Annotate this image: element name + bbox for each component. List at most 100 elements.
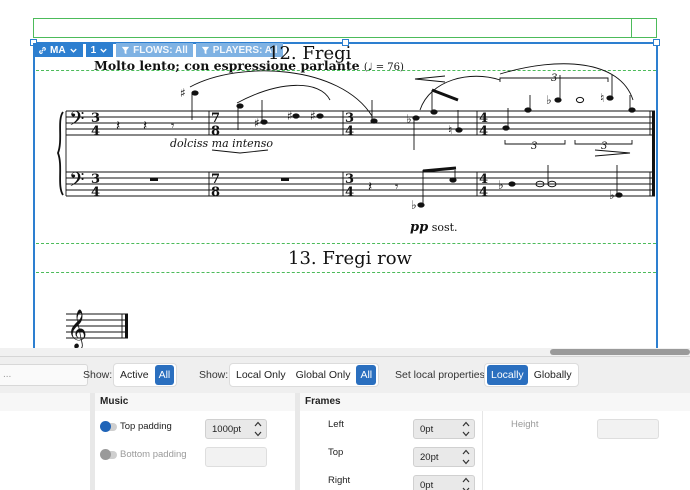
treble-clef: 𝄞: [67, 309, 87, 348]
rest: 𝄾: [395, 180, 399, 195]
notehead: [260, 119, 268, 125]
time-sig: 4: [479, 185, 488, 200]
spin-arrows[interactable]: [462, 449, 472, 465]
dynamic-suffix: sost.: [431, 221, 458, 234]
chevron-down-icon[interactable]: [462, 431, 470, 437]
toggle-knob: [100, 421, 111, 432]
bass-clef: 𝄢: [69, 107, 84, 135]
chevron-up-icon[interactable]: [462, 449, 470, 455]
group-column-body: [0, 411, 90, 490]
dynamic-marking[interactable]: pp sost.: [410, 220, 458, 235]
time-sig: 4: [91, 124, 100, 139]
accidental: ♯: [254, 116, 260, 130]
chevron-up-icon[interactable]: [462, 477, 470, 483]
time-sig: 4: [91, 185, 100, 200]
notehead: [554, 97, 562, 103]
slur: [189, 70, 373, 117]
frame-top-label: Top: [328, 447, 344, 458]
time-sig: 4: [345, 185, 354, 200]
properties-toolbar: ... Show: Active All Show: Local Only Gl…: [0, 357, 690, 393]
rest: 𝄾: [171, 119, 175, 134]
upper-staff: [66, 110, 655, 136]
chevron-down-icon[interactable]: [462, 459, 470, 465]
scrollbar-thumb[interactable]: [550, 349, 690, 355]
top-padding-toggle[interactable]: [100, 421, 117, 432]
slur: [499, 63, 634, 101]
notehead: [628, 107, 636, 113]
slur: [236, 84, 331, 104]
set-properties-scope-toggle: Locally Globally: [484, 363, 579, 387]
spin-arrows[interactable]: [254, 421, 264, 437]
chevron-up-icon[interactable]: [462, 421, 470, 427]
top-padding-label: Top padding: [120, 421, 172, 432]
show-label: Show:: [83, 369, 113, 381]
bass-clef: 𝄢: [69, 168, 84, 196]
time-sig: 8: [211, 185, 220, 200]
frame-top-value: 20pt: [420, 452, 439, 463]
chevron-up-icon[interactable]: [254, 421, 262, 427]
notehead: [508, 181, 516, 187]
time-sig: 4: [479, 124, 488, 139]
frame-left-field[interactable]: 0pt: [413, 419, 475, 439]
flow2-final-barline: [125, 314, 128, 338]
music-notation: 𝄢 𝄢 3 4 3 4 7 8 7 8 3 4 3 4 4 4 4 4 𝄽 𝄽 …: [57, 63, 655, 348]
hairpin: [211, 149, 269, 154]
tuplet-number: 3: [601, 141, 607, 152]
accidental: ♭: [546, 93, 552, 107]
globally-button[interactable]: Globally: [530, 365, 576, 385]
notehead: [606, 95, 614, 101]
chevron-down-icon[interactable]: [254, 431, 262, 437]
top-padding-field[interactable]: 1000pt: [205, 419, 267, 439]
notehead: [292, 113, 300, 119]
notehead: [455, 127, 463, 133]
expression-text[interactable]: dolciss ma intenso: [170, 137, 273, 150]
notehead: [417, 202, 425, 208]
show-all-button[interactable]: All: [154, 365, 175, 385]
group-column-header: [0, 393, 90, 411]
locally-button[interactable]: Locally: [487, 365, 528, 385]
accidental: ♮: [600, 91, 604, 105]
frame-top-field[interactable]: 20pt: [413, 447, 475, 467]
tuplet-number: 3: [531, 141, 537, 152]
accidental: ♯: [180, 86, 186, 100]
accidental: ♭: [609, 188, 615, 202]
show-active-all-toggle: Active All: [113, 363, 178, 387]
bottom-padding-toggle[interactable]: [100, 449, 117, 460]
dorico-engrave-window: MA 1 FLOWS: All PLAYERS: All 12. Fregi M…: [0, 0, 690, 490]
notehead: [615, 192, 623, 198]
bottom-padding-field[interactable]: [205, 447, 267, 467]
rest: 𝄽: [368, 179, 372, 195]
properties-search-input[interactable]: ...: [0, 364, 88, 386]
notehead: [449, 177, 457, 183]
show-all-scope-button[interactable]: All: [356, 365, 377, 385]
frame-right-value: 0pt: [420, 480, 434, 490]
brace: [57, 111, 64, 196]
final-barline: [652, 111, 655, 196]
score-view[interactable]: MA 1 FLOWS: All PLAYERS: All 12. Fregi M…: [0, 0, 690, 348]
notehead: [370, 118, 378, 124]
frames-inner-divider: [482, 411, 483, 490]
accidental: ♭: [406, 112, 412, 126]
time-sig: 4: [345, 124, 354, 139]
show-global-only-button[interactable]: Global Only: [292, 365, 355, 385]
show-scope-toggle: Local Only Global Only All: [229, 363, 380, 387]
spin-arrows[interactable]: [462, 477, 472, 490]
frame-height-field[interactable]: [597, 419, 659, 439]
show-local-only-button[interactable]: Local Only: [232, 365, 290, 385]
frame-right-field[interactable]: 0pt: [413, 475, 475, 490]
beam: [431, 88, 459, 102]
show-active-button[interactable]: Active: [116, 365, 153, 385]
music-group-body: Top padding 1000pt Bottom padding: [95, 411, 295, 490]
tuplet-number: 3: [551, 73, 557, 84]
frame-height-label: Height: [511, 419, 539, 430]
properties-panel: ... Show: Active All Show: Local Only Gl…: [0, 356, 690, 490]
show-scope-label: Show:: [199, 369, 229, 381]
lower-staff: [66, 171, 655, 197]
flow-title-2: 13. Fregi row: [288, 248, 412, 269]
notehead: [502, 125, 510, 131]
whole-rest: [281, 178, 289, 181]
accidental: ♯: [287, 109, 293, 123]
music-group-header: Music: [95, 393, 295, 411]
frames-group-header: Frames: [300, 393, 690, 411]
spin-arrows[interactable]: [462, 421, 472, 437]
